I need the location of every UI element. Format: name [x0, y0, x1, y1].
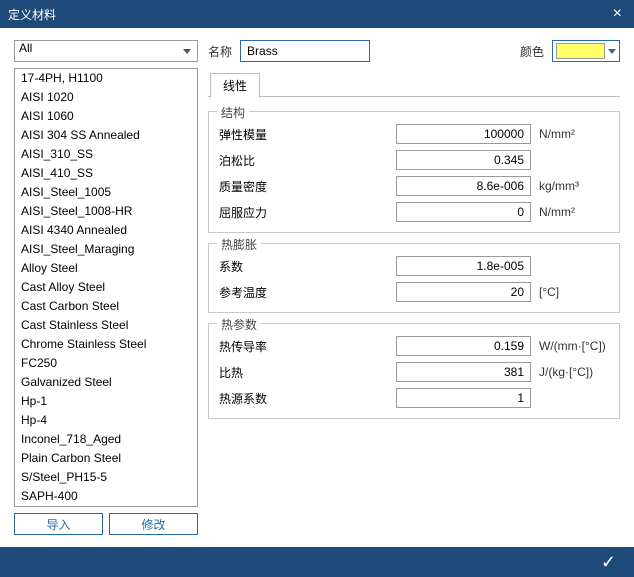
- density-unit: kg/mm³: [539, 179, 609, 193]
- heat-source-label: 热源系数: [219, 390, 299, 407]
- elastic-modulus-input[interactable]: [396, 124, 531, 144]
- list-item[interactable]: S/Steel_PH15-5: [15, 468, 197, 487]
- left-column: All 17-4PH, H1100AISI 1020AISI 1060AISI …: [14, 40, 198, 535]
- list-item[interactable]: FC250: [15, 354, 197, 373]
- list-item[interactable]: AISI_Steel_Maraging: [15, 240, 197, 259]
- list-item[interactable]: AISI_310_SS: [15, 145, 197, 164]
- color-label: 颜色: [520, 43, 544, 60]
- close-icon[interactable]: ×: [609, 5, 626, 23]
- filter-combo[interactable]: All: [14, 40, 198, 62]
- confirm-check-icon[interactable]: ✓: [601, 552, 616, 573]
- filter-value: All: [19, 41, 32, 55]
- modify-button[interactable]: 修改: [109, 513, 198, 535]
- list-item[interactable]: AISI_410_SS: [15, 164, 197, 183]
- right-column: 名称 颜色 线性 结构 弹性模量 N/mm² 泊松比: [208, 40, 620, 535]
- tab-body: 结构 弹性模量 N/mm² 泊松比 质量密度 kg/mm³ 屈服应: [208, 96, 620, 419]
- chevron-down-icon: [608, 49, 616, 54]
- import-button[interactable]: 导入: [14, 513, 103, 535]
- yield-label: 屈服应力: [219, 204, 299, 221]
- list-item[interactable]: Cast Alloy Steel: [15, 278, 197, 297]
- legend-thermal-expansion: 热膨胀: [217, 236, 261, 253]
- name-label: 名称: [208, 43, 232, 60]
- ref-temp-label: 参考温度: [219, 284, 299, 301]
- density-label: 质量密度: [219, 178, 299, 195]
- coef-input[interactable]: [396, 256, 531, 276]
- list-item[interactable]: SAPH-400: [15, 487, 197, 506]
- conductivity-unit: W/(mm·[°C]): [539, 339, 609, 353]
- list-item[interactable]: Chrome Stainless Steel: [15, 335, 197, 354]
- list-item[interactable]: Cast Stainless Steel: [15, 316, 197, 335]
- conductivity-label: 热传导率: [219, 338, 299, 355]
- group-thermal-params: 热参数 热传导率 W/(mm·[°C]) 比热 J/(kg·[°C]) 热源系数: [208, 323, 620, 419]
- yield-input[interactable]: [396, 202, 531, 222]
- coef-label: 系数: [219, 258, 299, 275]
- legend-structural: 结构: [217, 104, 249, 121]
- list-item[interactable]: AISI 4340 Annealed: [15, 221, 197, 240]
- window-title: 定义材料: [8, 6, 56, 23]
- name-input[interactable]: [240, 40, 370, 62]
- tab-strip: 线性: [208, 72, 620, 97]
- list-item[interactable]: AISI 304 SS Annealed: [15, 126, 197, 145]
- list-item[interactable]: 17-4PH, H1100: [15, 69, 197, 88]
- list-item[interactable]: Cast Carbon Steel: [15, 297, 197, 316]
- ref-temp-input[interactable]: [396, 282, 531, 302]
- list-item[interactable]: Plain Carbon Steel: [15, 449, 197, 468]
- top-row: 名称 颜色: [208, 40, 620, 62]
- list-item[interactable]: Alloy Steel: [15, 259, 197, 278]
- color-picker[interactable]: [552, 40, 620, 62]
- elastic-modulus-label: 弹性模量: [219, 126, 299, 143]
- content-area: All 17-4PH, H1100AISI 1020AISI 1060AISI …: [0, 28, 634, 547]
- group-structural: 结构 弹性模量 N/mm² 泊松比 质量密度 kg/mm³ 屈服应: [208, 111, 620, 233]
- list-item[interactable]: Inconel_718_Aged: [15, 430, 197, 449]
- spec-heat-input[interactable]: [396, 362, 531, 382]
- list-item[interactable]: AISI 1020: [15, 88, 197, 107]
- yield-unit: N/mm²: [539, 205, 609, 219]
- list-item[interactable]: Hp-1: [15, 392, 197, 411]
- list-item[interactable]: Hp-4: [15, 411, 197, 430]
- group-thermal-expansion: 热膨胀 系数 参考温度 [°C]: [208, 243, 620, 313]
- ref-temp-unit: [°C]: [539, 285, 609, 299]
- list-item[interactable]: AISI_Steel_1005: [15, 183, 197, 202]
- footer: ✓: [0, 547, 634, 577]
- list-item[interactable]: AISI 1060: [15, 107, 197, 126]
- list-item[interactable]: Galvanized Steel: [15, 373, 197, 392]
- heat-source-input[interactable]: [396, 388, 531, 408]
- material-listbox[interactable]: 17-4PH, H1100AISI 1020AISI 1060AISI 304 …: [14, 68, 198, 507]
- conductivity-input[interactable]: [396, 336, 531, 356]
- density-input[interactable]: [396, 176, 531, 196]
- button-row: 导入 修改: [14, 513, 198, 535]
- legend-thermal-params: 热参数: [217, 316, 261, 333]
- list-item[interactable]: AISI_Steel_1008-HR: [15, 202, 197, 221]
- spec-heat-unit: J/(kg·[°C]): [539, 365, 609, 379]
- poisson-input[interactable]: [396, 150, 531, 170]
- titlebar: 定义材料 ×: [0, 0, 634, 28]
- poisson-label: 泊松比: [219, 152, 299, 169]
- color-swatch: [556, 43, 605, 59]
- spec-heat-label: 比热: [219, 364, 299, 381]
- tab-linear[interactable]: 线性: [210, 73, 260, 98]
- elastic-modulus-unit: N/mm²: [539, 127, 609, 141]
